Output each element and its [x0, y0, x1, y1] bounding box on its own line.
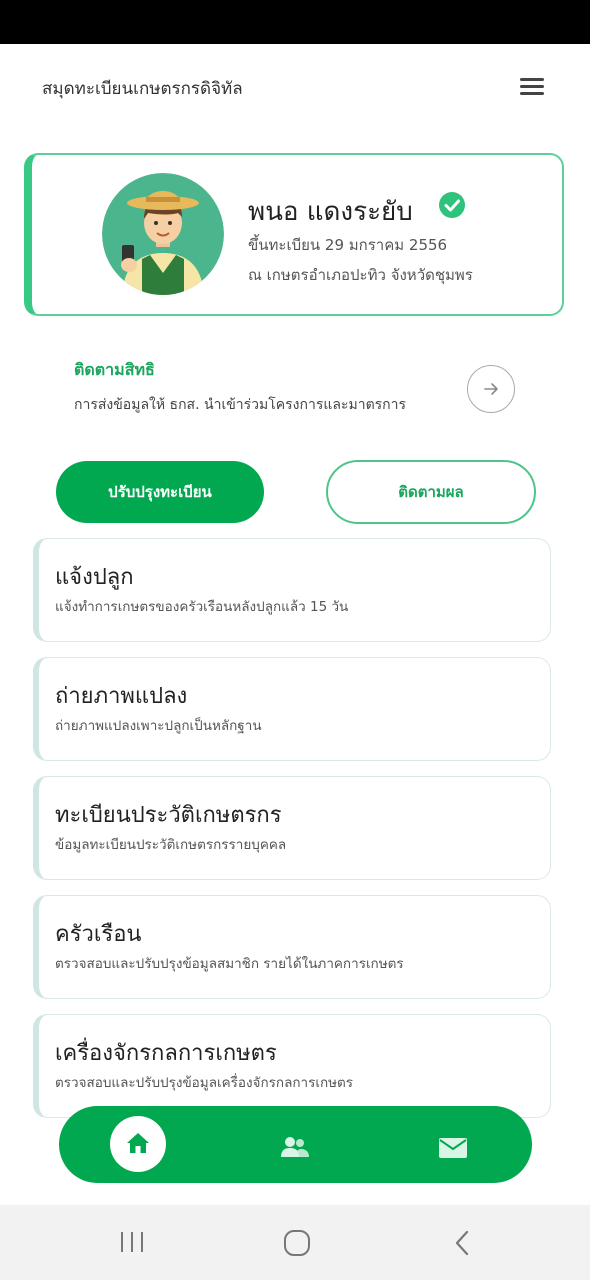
home-circle-icon[interactable]: [283, 1229, 311, 1261]
registration-date: ขึ้นทะเบียน 29 มกราคม 2556: [248, 236, 448, 254]
bottom-nav: [59, 1106, 532, 1183]
follow-results-button[interactable]: ติดตามผล: [326, 460, 536, 524]
menu-card-title: ถ่ายภาพแปลง: [55, 684, 188, 709]
recent-apps-icon[interactable]: [118, 1231, 146, 1257]
farmer-name: พนอ แดงระยับ: [248, 197, 413, 227]
page-title: สมุดทะเบียนเกษตรกรดิจิทัล: [42, 79, 243, 99]
mail-icon[interactable]: [439, 1138, 467, 1158]
farmer-avatar: [102, 173, 224, 295]
track-rights-title[interactable]: ติดตามสิทธิ: [74, 358, 155, 383]
arrow-right-icon[interactable]: [467, 365, 515, 413]
app-header: สมุดทะเบียนเกษตรกรดิจิทัล: [0, 44, 590, 132]
system-navigation-bar: [0, 1205, 590, 1280]
menu-card-machinery[interactable]: เครื่องจักรกลการเกษตร ตรวจสอบและปรับปรุง…: [33, 1014, 551, 1118]
menu-card-description: ตรวจสอบและปรับปรุงข้อมูลเครื่องจักรกลการ…: [55, 1075, 354, 1091]
verified-check-icon: [438, 191, 466, 219]
users-icon[interactable]: [281, 1136, 309, 1158]
menu-card-household[interactable]: ครัวเรือน ตรวจสอบและปรับปรุงข้อมูลสมาชิก…: [33, 895, 551, 999]
menu-card-title: เครื่องจักรกลการเกษตร: [55, 1041, 277, 1066]
menu-card-description: แจ้งทำการเกษตรของครัวเรือนหลังปลูกแล้ว 1…: [55, 599, 349, 615]
menu-card-title: ครัวเรือน: [55, 922, 142, 947]
home-icon[interactable]: [110, 1116, 166, 1172]
menu-card-description: ตรวจสอบและปรับปรุงข้อมูลสมาชิก รายได้ในภ…: [55, 956, 404, 972]
menu-card-title: แจ้งปลูก: [55, 565, 134, 590]
menu-card-farmer-record[interactable]: ทะเบียนประวัติเกษตรกร ข้อมูลทะเบียนประวั…: [33, 776, 551, 880]
hamburger-menu-icon[interactable]: [516, 74, 548, 100]
menu-card-planting[interactable]: แจ้งปลูก แจ้งทำการเกษตรของครัวเรือนหลังป…: [33, 538, 551, 642]
menu-card-description: ถ่ายภาพแปลงเพาะปลูกเป็นหลักฐาน: [55, 718, 262, 734]
status-bar: [0, 0, 590, 44]
back-chevron-icon[interactable]: [452, 1229, 472, 1261]
update-registration-button[interactable]: ปรับปรุงทะเบียน: [56, 461, 264, 523]
menu-card-plot-photo[interactable]: ถ่ายภาพแปลง ถ่ายภาพแปลงเพาะปลูกเป็นหลักฐ…: [33, 657, 551, 761]
menu-card-description: ข้อมูลทะเบียนประวัติเกษตรกรรายบุคคล: [55, 837, 287, 853]
track-rights-description: การส่งข้อมูลให้ ธกส. นำเข้าร่วมโครงการแล…: [74, 397, 407, 413]
profile-card: พนอ แดงระยับ ขึ้นทะเบียน 29 มกราคม 2556 …: [24, 153, 564, 316]
registration-office: ณ เกษตรอำเภอปะทิว จังหวัดชุมพร: [248, 266, 473, 284]
menu-card-title: ทะเบียนประวัติเกษตรกร: [55, 803, 282, 828]
